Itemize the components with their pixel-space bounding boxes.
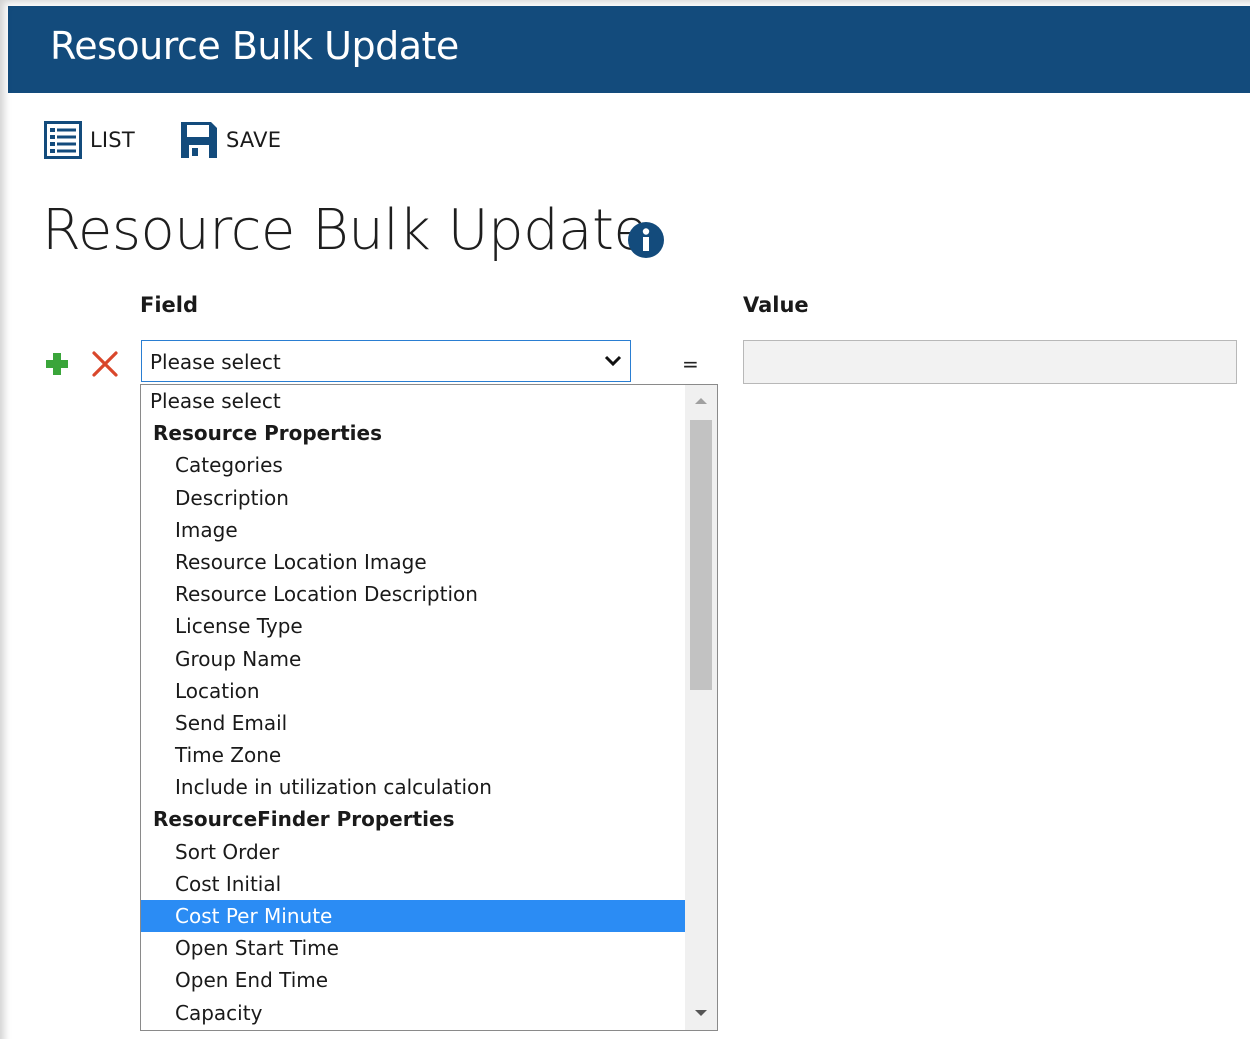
page-title: Resource Bulk Update [42,198,648,263]
list-icon [44,121,82,159]
field-select-value: Please select [150,350,281,374]
info-icon[interactable] [628,222,664,258]
app-title: Resource Bulk Update [50,24,459,68]
scroll-up-arrow-icon[interactable] [694,397,708,405]
dropdown-option[interactable]: Resource Location Description [141,578,685,610]
dropdown-group-header: ResourceFinder Properties [153,807,455,832]
field-column-header: Field [140,293,199,317]
dropdown-option[interactable]: Please select [141,385,685,417]
dropdown-option[interactable]: Cost Per Minute [141,900,685,933]
scroll-down-arrow-icon[interactable] [694,1009,708,1017]
dropdown-option[interactable]: Categories [141,449,685,481]
dropdown-option[interactable]: Include in utilization calculation [141,771,685,803]
dropdown-option[interactable]: Resource Location Image [141,546,685,578]
dropdown-group-header: Resource Properties [153,421,382,446]
dropdown-options: Please select Resource Properties Categori… [141,385,685,1029]
save-icon [181,122,217,158]
dropdown-option[interactable]: Cost Initial [141,868,685,900]
plus-icon[interactable] [44,351,70,377]
save-button[interactable]: SAVE [180,118,281,162]
dropdown-option[interactable]: Sort Order [141,836,685,868]
save-label: SAVE [226,128,282,152]
dropdown-option[interactable]: Open Start Time [141,932,685,964]
dropdown-option[interactable]: Location [141,675,685,707]
app-header: Resource Bulk Update [8,6,1250,93]
dropdown-option[interactable]: Capacity [141,997,685,1029]
list-button[interactable]: LIST [44,118,135,162]
list-label: LIST [90,128,135,152]
dropdown-scrollbar[interactable] [685,385,717,1030]
dropdown-option[interactable]: Open End Time [141,964,685,996]
scrollbar-thumb[interactable] [690,420,712,690]
value-input[interactable] [743,340,1237,384]
field-select[interactable]: Please select [141,340,631,382]
value-column-header: Value [743,293,809,317]
dropdown-option[interactable]: Image [141,514,685,546]
dropdown-option[interactable]: License Type [141,610,685,642]
dropdown-option[interactable]: Time Zone [141,739,685,771]
close-icon[interactable] [91,350,119,378]
chevron-down-icon [604,355,622,367]
operator-label: = [682,352,699,376]
dropdown-option[interactable]: Send Email [141,707,685,739]
field-dropdown-list[interactable]: Please select Resource Properties Categori… [140,384,718,1031]
dropdown-option[interactable]: Description [141,482,685,514]
dropdown-option[interactable]: Group Name [141,643,685,675]
